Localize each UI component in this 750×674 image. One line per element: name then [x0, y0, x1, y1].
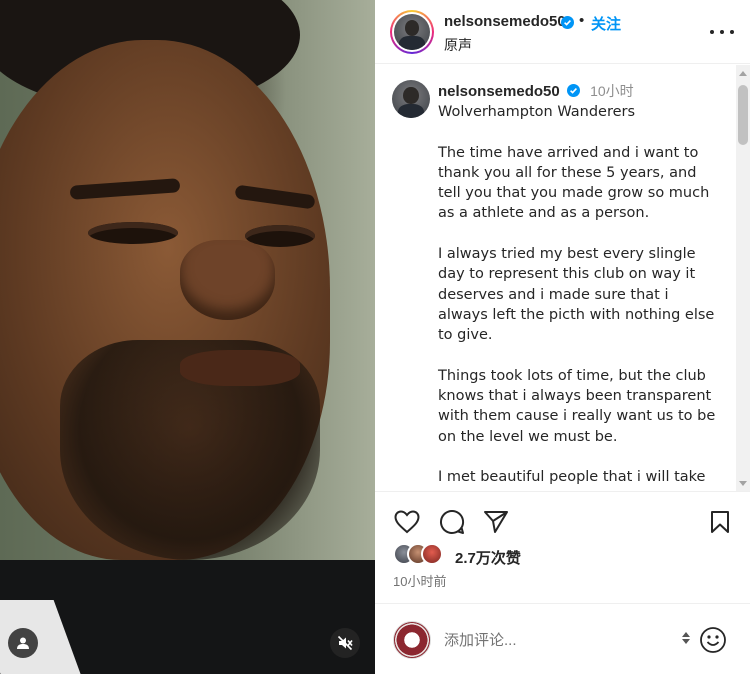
- comment-bar: [375, 603, 750, 674]
- avatar: [392, 80, 430, 118]
- caption-paragraph: Wolverhampton Wanderers: [438, 104, 636, 120]
- emoji-icon: [700, 627, 726, 653]
- caption-avatar[interactable]: [392, 80, 430, 118]
- caption-text: Wolverhampton Wanderers The time have ar…: [438, 102, 718, 491]
- likes-count[interactable]: 2.7万次赞: [455, 547, 521, 568]
- caption-header: nelsonsemedo50 10小时: [438, 81, 634, 101]
- header-username[interactable]: nelsonsemedo50: [444, 13, 566, 30]
- follow-button[interactable]: 关注: [591, 13, 621, 34]
- verified-icon: [566, 84, 580, 97]
- post-detail-panel: nelsonsemedo50 • 关注 原声 nelsonsemedo50 10…: [375, 0, 750, 674]
- liker-avatar: [421, 543, 443, 565]
- posted-time[interactable]: 10小时前: [393, 571, 446, 590]
- caption-paragraph: The time have arrived and i want to than…: [438, 144, 710, 222]
- post-media[interactable]: [0, 0, 375, 674]
- caption-paragraph: Things took lots of time, but the club k…: [438, 367, 716, 445]
- current-user-avatar: [393, 621, 431, 659]
- input-spinner[interactable]: [681, 630, 691, 648]
- more-options-button[interactable]: [710, 22, 734, 42]
- bookmark-icon: [711, 511, 729, 533]
- user-tag-icon: [17, 637, 29, 649]
- scroll-up-arrow[interactable]: [739, 71, 747, 76]
- caption-paragraph: I always tried my best every slingle day…: [438, 246, 715, 344]
- verified-icon: [561, 16, 574, 29]
- emoji-button[interactable]: [699, 626, 727, 654]
- avatar: [394, 14, 430, 50]
- comment-input[interactable]: [444, 627, 674, 653]
- like-button[interactable]: [392, 507, 422, 537]
- comment-button[interactable]: [437, 507, 467, 537]
- more-dots-icon: [710, 30, 714, 34]
- send-icon: [484, 511, 508, 533]
- separator-dot: •: [579, 12, 585, 29]
- media-nose: [180, 240, 275, 320]
- liker-avatars: [393, 543, 453, 567]
- scroll-thumb[interactable]: [738, 85, 748, 145]
- caption-paragraph: I met beautiful people that i will take: [438, 469, 706, 486]
- comment-icon: [440, 509, 465, 534]
- caption-scroll-area[interactable]: nelsonsemedo50 10小时 Wolverhampton Wander…: [375, 65, 750, 492]
- user-tag-button[interactable]: [8, 628, 38, 658]
- story-ring[interactable]: [390, 10, 434, 54]
- scroll-down-arrow[interactable]: [739, 481, 747, 486]
- caption-username[interactable]: nelsonsemedo50: [438, 83, 560, 100]
- audio-label[interactable]: 原声: [444, 35, 472, 55]
- caption-time[interactable]: 10小时: [590, 83, 634, 99]
- media-mouth: [180, 350, 300, 386]
- save-button[interactable]: [705, 507, 735, 537]
- share-button[interactable]: [481, 507, 511, 537]
- heart-icon: [394, 510, 420, 534]
- mute-button[interactable]: [330, 628, 360, 658]
- caption-scrollbar[interactable]: [736, 65, 750, 491]
- action-bar: [375, 505, 750, 539]
- media-eye-left: [88, 222, 178, 244]
- post-header: nelsonsemedo50 • 关注 原声: [375, 0, 750, 64]
- speaker-muted-icon: [337, 635, 353, 651]
